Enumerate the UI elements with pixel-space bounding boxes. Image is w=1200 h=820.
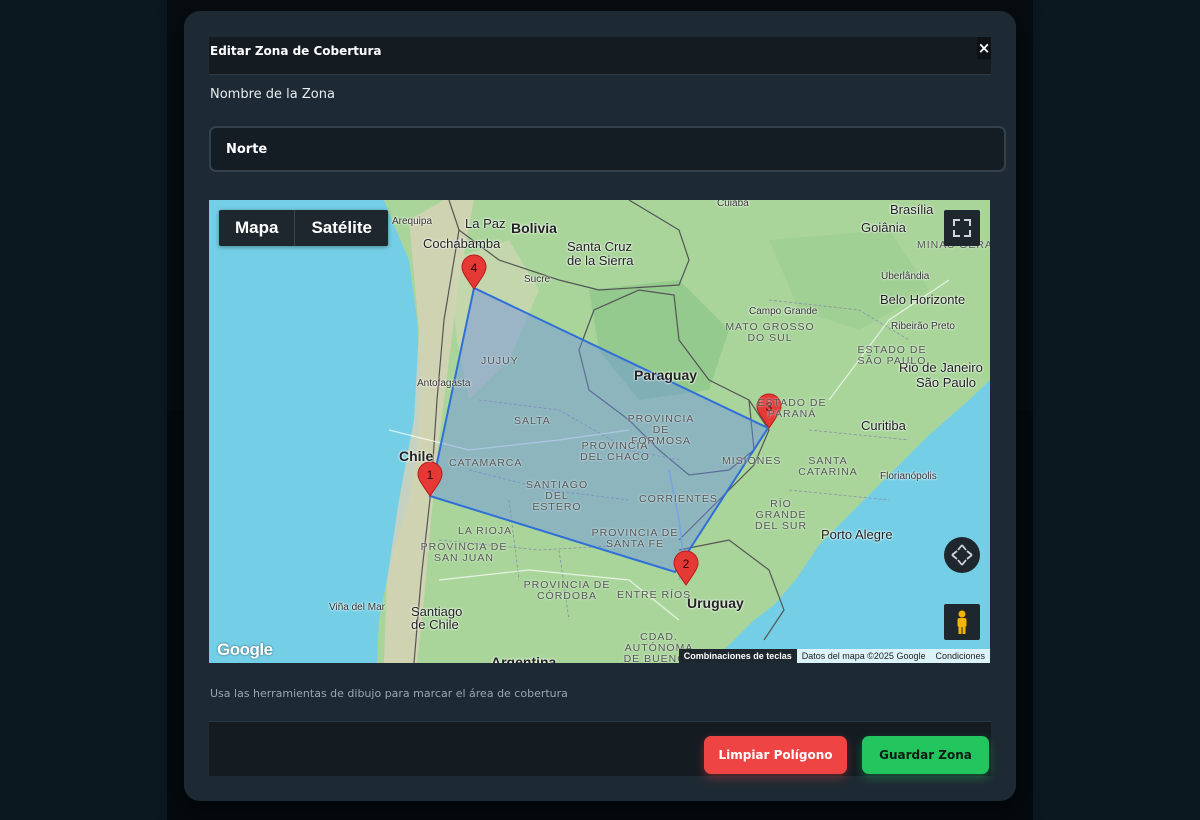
city-label-belo-horizonte: Belo Horizonte <box>880 292 966 307</box>
region-label-la-rioja: LA RIOJA <box>458 525 513 537</box>
region-label-misiones: MISIONES <box>722 455 782 467</box>
fullscreen-icon <box>953 219 971 237</box>
save-zone-button[interactable]: Guardar Zona <box>862 736 989 774</box>
clear-polygon-button[interactable]: Limpiar Polígono <box>704 736 847 774</box>
region-label-santa-catarina: SANTA CATARINA <box>798 455 858 478</box>
city-label-porto-alegre: Porto Alegre <box>821 527 893 542</box>
close-button[interactable]: × <box>977 37 991 59</box>
zone-name-input[interactable] <box>209 126 1006 172</box>
keyboard-shortcuts-link[interactable]: Combinaciones de teclas <box>678 649 797 663</box>
marker-label-4: 4 <box>471 261 478 275</box>
city-label-uberlandia: Uberlândia <box>881 271 930 282</box>
country-label-argentina: Argentina <box>491 654 557 663</box>
map-attribution: Combinaciones de teclas Datos del mapa ©… <box>678 649 990 663</box>
region-label-catamarca: CATAMARCA <box>449 457 523 469</box>
street-view-button[interactable] <box>944 604 980 640</box>
map-data-text: Datos del mapa ©2025 Google <box>796 649 931 663</box>
map-type-control: Mapa Satélite <box>219 210 388 246</box>
region-label-santa-fe: PROVINCIA DE SANTA FE <box>591 527 679 550</box>
marker-label-1: 1 <box>427 468 434 482</box>
region-label-entre-rios: ENTRE RÍOS <box>617 589 692 601</box>
country-label-uruguay: Uruguay <box>687 595 744 611</box>
city-label-campo-grande: Campo Grande <box>749 306 818 317</box>
pegman-icon <box>957 610 967 634</box>
city-label-goiania: Goiânia <box>861 220 906 235</box>
coverage-map[interactable]: 1 2 3 4 Bolivia Paraguay Chile Uruguay A… <box>209 200 990 663</box>
camera-control-button[interactable] <box>944 537 980 573</box>
city-label-la-paz: La Paz <box>465 216 506 231</box>
city-label-cochabamba: Cochabamba <box>423 236 501 251</box>
region-label-santiago-del-estero: SANTIAGO DEL ESTERO <box>525 479 589 513</box>
city-label-santa-cruz: Santa Cruz de la Sierra <box>567 239 634 268</box>
region-label-sao-paulo-state: ESTADO DE SÃO PAULO <box>857 344 927 367</box>
region-label-cordoba: PROVINCIA DE CÓRDOBA <box>523 579 611 602</box>
region-label-chaco: PROVINCIA DEL CHACO <box>580 440 650 463</box>
region-label-corrientes: CORRIENTES <box>639 493 718 505</box>
zone-name-label: Nombre de la Zona <box>210 87 335 102</box>
city-label-brasilia: Brasília <box>890 202 934 217</box>
region-label-parana: ESTADO DE PARANÁ <box>757 397 827 420</box>
city-label-antofagasta: Antofagasta <box>417 378 471 389</box>
city-label-sao-paulo: São Paulo <box>916 375 976 390</box>
region-label-san-juan: PROVINCIA DE SAN JUAN <box>420 541 508 564</box>
country-label-chile: Chile <box>399 448 434 464</box>
marker-label-2: 2 <box>683 557 690 571</box>
city-label-cuiaba: Cuiabá <box>717 200 749 209</box>
move-arrows-icon <box>951 544 973 566</box>
region-label-jujuy: JUJUY <box>481 355 519 367</box>
city-label-sucre: Sucre <box>524 274 551 285</box>
region-label-salta: SALTA <box>514 415 551 427</box>
city-label-ribeirao-preto: Ribeirão Preto <box>891 321 955 332</box>
city-label-vina-del-mar: Viña del Mar <box>329 602 385 613</box>
region-label-mato-grosso-do-sul: MATO GROSSO DO SUL <box>725 321 815 344</box>
fullscreen-button[interactable] <box>944 210 980 246</box>
help-text: Usa las herramientas de dibujo para marc… <box>210 687 568 700</box>
city-label-curitiba: Curitiba <box>861 418 906 433</box>
modal-title: Editar Zona de Cobertura <box>210 44 382 58</box>
region-label-rio-grande-do-sul: RÍO GRANDE DEL SUR <box>754 498 808 532</box>
terms-link[interactable]: Condiciones <box>930 649 990 663</box>
country-label-paraguay: Paraguay <box>634 367 698 383</box>
country-label-bolivia: Bolivia <box>511 220 557 236</box>
city-label-arequipa: Arequipa <box>392 216 433 227</box>
city-label-florianopolis: Florianópolis <box>880 471 937 482</box>
map-type-mapa-button[interactable]: Mapa <box>219 210 294 246</box>
modal-header: Editar Zona de Cobertura × <box>209 37 991 75</box>
edit-zone-modal: Editar Zona de Cobertura × Nombre de la … <box>184 11 1016 801</box>
city-label-santiago: Santiago de Chile <box>411 604 463 632</box>
google-logo: Google <box>217 640 273 659</box>
map-type-satellite-button[interactable]: Satélite <box>294 210 387 246</box>
